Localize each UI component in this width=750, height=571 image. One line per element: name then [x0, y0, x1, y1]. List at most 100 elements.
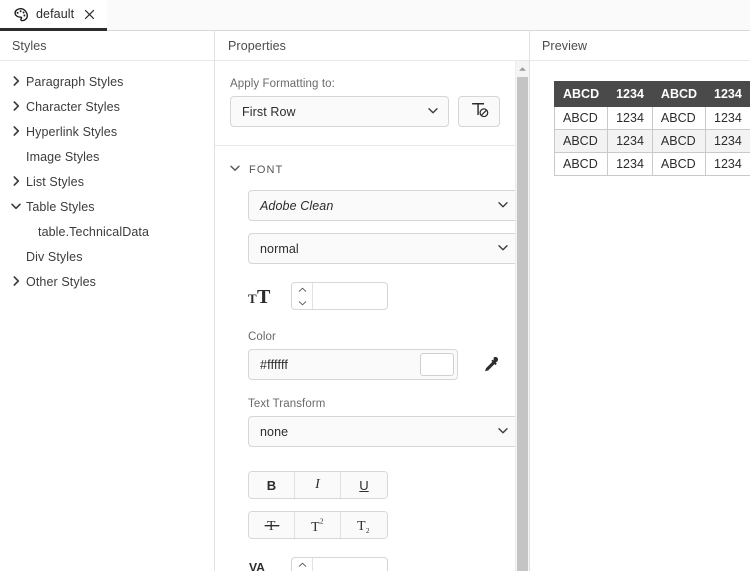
bold-button[interactable]: B: [249, 472, 295, 498]
table-cell: ABCD: [555, 130, 608, 153]
tree-item-image-styles[interactable]: Image Styles: [0, 144, 214, 169]
tree-item-label: Hyperlink Styles: [26, 125, 117, 139]
font-size-stepper-buttons[interactable]: [292, 283, 313, 309]
tree-item-paragraph-styles[interactable]: Paragraph Styles: [0, 69, 214, 94]
color-block: Color: [230, 331, 500, 380]
letter-spacing-stepper-buttons[interactable]: [292, 558, 313, 571]
color-field[interactable]: [248, 349, 458, 380]
preview-panel-title: Preview: [542, 39, 587, 53]
apply-formatting-block: Apply Formatting to: First Row: [215, 61, 515, 146]
strikethrough-button[interactable]: T: [249, 512, 295, 538]
table-row: ABCD1234ABCD1234: [555, 130, 750, 153]
font-family-select[interactable]: Adobe Clean: [248, 190, 515, 221]
letter-spacing-stepper[interactable]: [291, 557, 388, 571]
eyedropper-icon[interactable]: [480, 355, 500, 375]
chevron-down-icon: [497, 241, 509, 256]
svg-text:T: T: [311, 519, 320, 534]
properties-scrollbar[interactable]: [515, 61, 529, 571]
tree-item-label: List Styles: [26, 175, 84, 189]
letter-spacing-icon: VA: [248, 558, 278, 571]
properties-panel-body: Apply Formatting to: First Row: [215, 61, 529, 571]
chevron-right-icon[interactable]: [10, 124, 26, 140]
tree-item-label: Image Styles: [26, 150, 99, 164]
tree-item-table-technicaldata[interactable]: table.TechnicalData: [0, 219, 214, 244]
table-cell: 1234: [706, 130, 750, 153]
chevron-down-icon[interactable]: [10, 199, 26, 215]
styles-panel-header: Styles: [0, 31, 214, 61]
table-cell: 1234: [706, 107, 750, 130]
svg-text:T: T: [257, 286, 271, 308]
color-swatch[interactable]: [420, 353, 454, 376]
table-header-row: ABCD1234ABCD1234: [555, 82, 750, 107]
font-size-icon: T T: [248, 283, 278, 309]
font-weight-value: normal: [260, 242, 299, 256]
font-size-input[interactable]: [313, 283, 388, 309]
tree-item-table-styles[interactable]: Table Styles: [0, 194, 214, 219]
properties-panel-header: Properties: [215, 31, 529, 61]
styles-panel: Styles Paragraph Styles Character Styles H…: [0, 31, 215, 571]
scroll-up-arrow-icon[interactable]: [516, 61, 529, 76]
tree-item-label: Table Styles: [26, 200, 95, 214]
table-cell: 1234: [706, 153, 750, 176]
clear-text-formatting-button[interactable]: [458, 96, 500, 127]
table-cell: ABCD: [652, 153, 705, 176]
font-section-header[interactable]: FONT: [215, 150, 515, 190]
tab-label: default: [36, 7, 74, 21]
table-header-cell: ABCD: [555, 82, 608, 107]
stepper-up-icon[interactable]: [292, 283, 312, 296]
tree-item-label: Character Styles: [26, 100, 120, 114]
close-icon[interactable]: [83, 8, 96, 21]
font-size-row: T T: [230, 282, 500, 310]
tree-item-other-styles[interactable]: Other Styles: [0, 269, 214, 294]
tree-item-div-styles[interactable]: Div Styles: [0, 244, 214, 269]
tree-item-label: Other Styles: [26, 275, 96, 289]
preview-table-body: ABCD1234ABCD1234ABCD1234ABCD1234ABCD1234…: [555, 107, 750, 176]
table-header-cell: 1234: [706, 82, 750, 107]
preview-panel-body: ABCD1234ABCD1234 ABCD1234ABCD1234ABCD123…: [530, 61, 750, 571]
svg-text:VA: VA: [249, 560, 265, 571]
font-weight-select[interactable]: normal: [248, 233, 515, 264]
font-controls: Adobe Clean normal: [215, 190, 515, 571]
stepper-up-icon[interactable]: [292, 558, 312, 571]
chevron-right-icon[interactable]: [10, 174, 26, 190]
chevron-right-icon[interactable]: [10, 99, 26, 115]
font-family-value: Adobe Clean: [260, 199, 333, 213]
stepper-down-icon[interactable]: [292, 296, 312, 309]
preview-table: ABCD1234ABCD1234 ABCD1234ABCD1234ABCD123…: [554, 81, 750, 176]
chevron-down-icon: [427, 104, 439, 119]
styles-tree: Paragraph Styles Character Styles Hyperlin…: [0, 61, 214, 294]
tree-item-character-styles[interactable]: Character Styles: [0, 94, 214, 119]
italic-button[interactable]: I: [295, 472, 341, 498]
superscript-button[interactable]: T 2: [295, 512, 341, 538]
text-transform-select[interactable]: none: [248, 416, 515, 447]
subscript-button[interactable]: T 2: [341, 512, 387, 538]
text-transform-block: Text Transform none: [230, 398, 500, 447]
table-row: ABCD1234ABCD1234: [555, 153, 750, 176]
scrollbar-thumb[interactable]: [517, 77, 528, 571]
styles-panel-title: Styles: [12, 39, 47, 53]
tab-default[interactable]: default: [0, 0, 107, 31]
letter-spacing-input[interactable]: [313, 558, 388, 571]
chevron-down-icon: [229, 161, 241, 179]
preview-table-head: ABCD1234ABCD1234: [555, 82, 750, 107]
color-input[interactable]: [260, 358, 440, 372]
preview-panel: Preview ABCD1234ABCD1234 ABCD1234ABCD123…: [530, 31, 750, 571]
color-label: Color: [248, 331, 500, 343]
tree-item-label: Div Styles: [26, 250, 83, 264]
properties-panel: Properties Apply Formatting to: First Ro…: [215, 31, 530, 571]
properties-panel-title: Properties: [228, 39, 286, 53]
chevron-down-icon: [497, 198, 509, 213]
svg-text:T: T: [248, 291, 257, 306]
underline-button[interactable]: U: [341, 472, 387, 498]
preview-panel-header: Preview: [530, 31, 750, 61]
table-cell: ABCD: [652, 107, 705, 130]
font-size-stepper[interactable]: [291, 282, 388, 310]
apply-formatting-select[interactable]: First Row: [230, 96, 449, 127]
font-style-button-group: B I U: [248, 471, 388, 499]
apply-formatting-label: Apply Formatting to:: [230, 78, 500, 90]
tree-item-hyperlink-styles[interactable]: Hyperlink Styles: [0, 119, 214, 144]
chevron-right-icon[interactable]: [10, 74, 26, 90]
clear-text-formatting-icon: [469, 99, 490, 125]
chevron-right-icon[interactable]: [10, 274, 26, 290]
tree-item-list-styles[interactable]: List Styles: [0, 169, 214, 194]
